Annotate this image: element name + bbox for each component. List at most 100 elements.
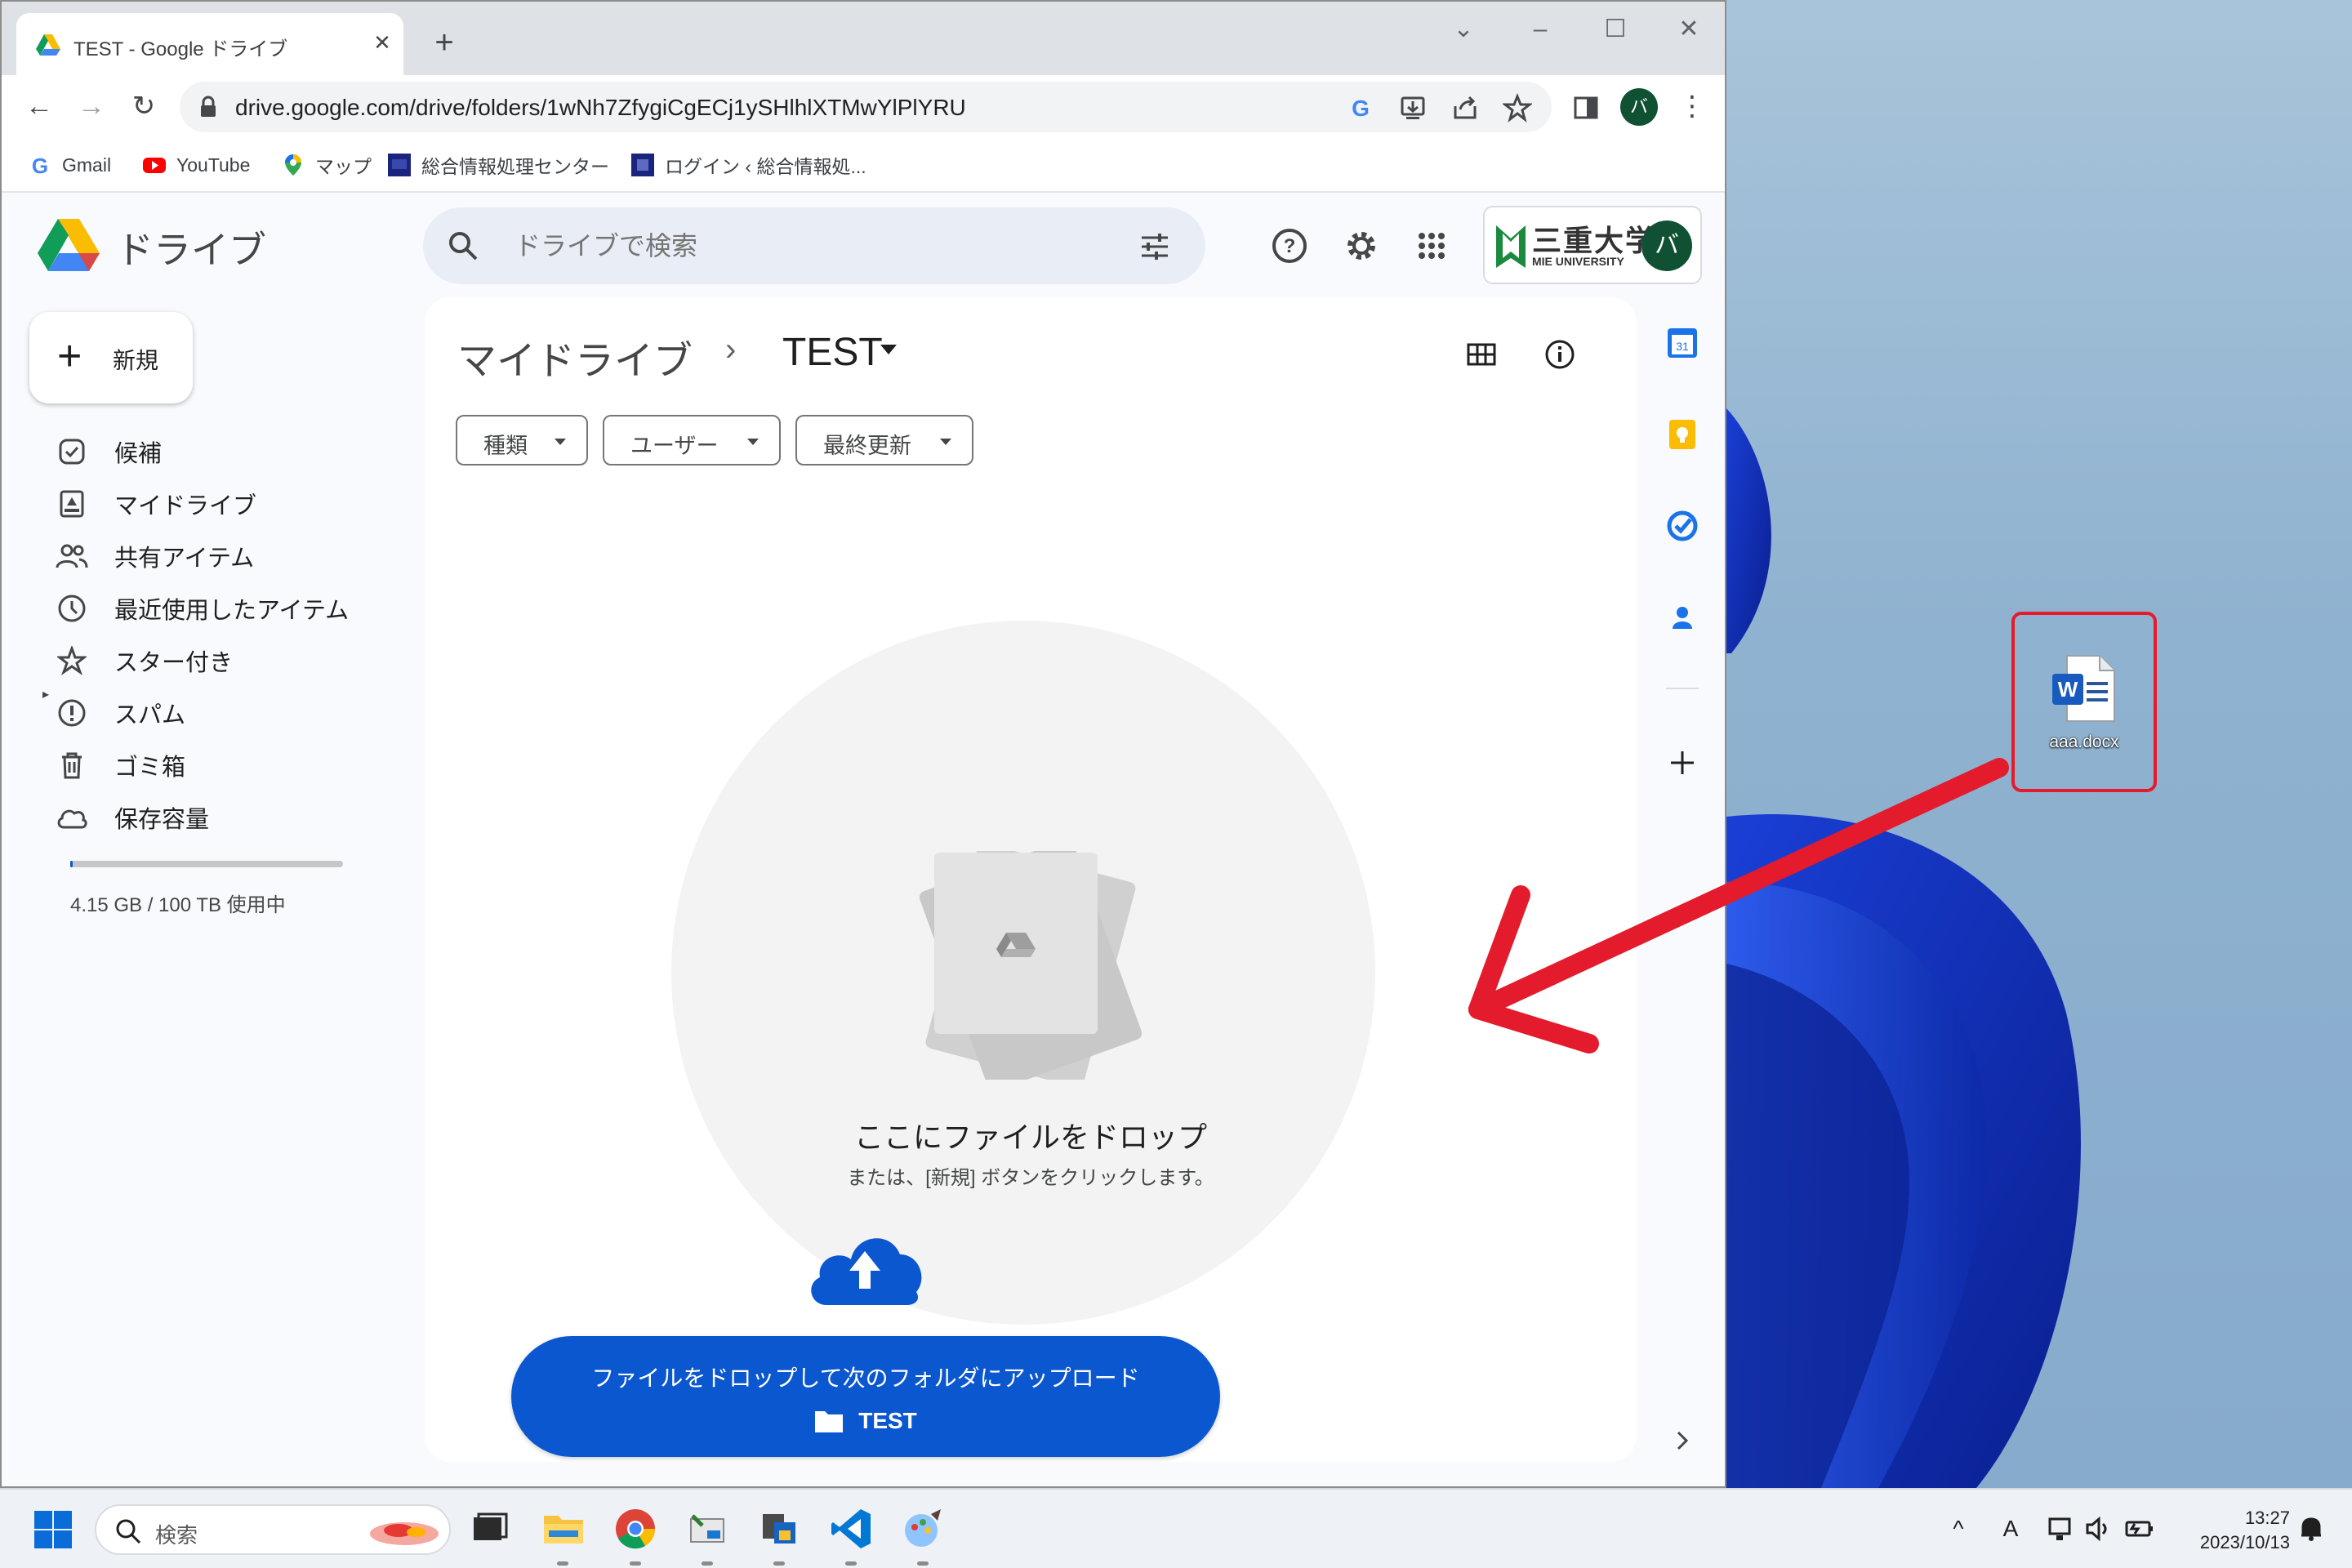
storage-progress-bar <box>70 861 343 867</box>
network-icon[interactable] <box>2045 1512 2078 1545</box>
taskbar-search-label: 検索 <box>155 1523 198 1548</box>
search-input[interactable] <box>514 227 1086 265</box>
bookmark-center[interactable]: 総合情報処理センター <box>387 150 609 180</box>
browser-profile-avatar[interactable]: バ <box>1620 88 1658 126</box>
install-app-icon[interactable] <box>1398 93 1428 122</box>
search-icon[interactable] <box>448 230 479 261</box>
mail-app-icon[interactable] <box>684 1506 730 1552</box>
breadcrumb-my-drive[interactable]: マイドライブ <box>457 328 693 385</box>
google-g-icon: G <box>32 154 48 177</box>
drive-search-bar[interactable] <box>423 207 1205 284</box>
nav-item-my-drive[interactable]: マイドライブ <box>56 483 256 524</box>
bookmark-gmail[interactable]: G Gmail <box>28 150 111 180</box>
desktop-file-name: aaa.docx <box>2049 733 2119 751</box>
reload-icon[interactable]: ↻ <box>126 88 162 124</box>
tab-strip: TEST - Google ドライブ ✕ + ⌄ – ☐ ✕ <box>2 2 1725 75</box>
tab-close-icon[interactable]: ✕ <box>369 29 395 56</box>
filter-type-chip[interactable]: 種類 <box>456 415 588 466</box>
nav-item-shared[interactable]: 共有アイテム <box>56 536 254 577</box>
taskbar-search-box[interactable]: 検索 <box>95 1504 451 1555</box>
breadcrumb-current-folder[interactable]: TEST <box>782 330 883 375</box>
running-indicator <box>630 1561 641 1566</box>
side-panel-icon[interactable] <box>1571 93 1601 122</box>
help-icon[interactable]: ? <box>1269 225 1310 266</box>
bookmark-star-icon[interactable] <box>1503 93 1532 122</box>
google-translate-icon[interactable]: G <box>1346 93 1375 122</box>
filter-modified-chip[interactable]: 最終更新 <box>795 415 973 466</box>
filter-user-chip[interactable]: ユーザー <box>603 415 781 466</box>
nav-item-recent[interactable]: 最近使用したアイテム <box>56 588 349 629</box>
org-subtitle: MIE UNIVERSITY <box>1532 255 1624 268</box>
bookmark-login[interactable]: ログイン ‹ 総合情報処... <box>630 150 866 180</box>
contacts-icon[interactable] <box>1664 599 1700 635</box>
taskbar-clock[interactable]: 13:27 2023/10/13 <box>2172 1506 2290 1555</box>
bookmark-maps[interactable]: マップ <box>281 150 372 180</box>
trash-icon <box>62 752 82 779</box>
close-window-button[interactable]: ✕ <box>1664 13 1713 46</box>
drop-files-illustration-icon <box>919 851 1143 1080</box>
svg-text:G: G <box>32 154 48 177</box>
new-button[interactable]: + 新規 <box>29 312 193 403</box>
tab-search-icon[interactable]: ⌄ <box>1439 13 1488 46</box>
nav-label: スター付き <box>114 650 234 676</box>
tray-overflow-chevron-icon[interactable]: ^ <box>1942 1512 1975 1545</box>
add-addon-icon[interactable] <box>1664 745 1700 781</box>
forward-arrow-icon[interactable]: → <box>74 88 109 124</box>
vscode-icon[interactable] <box>828 1506 874 1552</box>
ime-indicator[interactable]: A <box>1994 1512 2027 1545</box>
chrome-menu-icon[interactable]: ⋮ <box>1674 88 1710 124</box>
tab-drive-test[interactable]: TEST - Google ドライブ ✕ <box>16 13 403 75</box>
maximize-button[interactable]: ☐ <box>1591 13 1640 46</box>
grid-view-icon[interactable] <box>1463 336 1499 372</box>
show-side-panel-chevron-icon[interactable] <box>1664 1423 1700 1459</box>
share-icon[interactable] <box>1450 93 1480 122</box>
battery-icon[interactable] <box>2123 1512 2156 1545</box>
keep-icon[interactable] <box>1664 416 1700 452</box>
url-text: drive.google.com/drive/folders/1wNh7Zfyg… <box>235 95 966 120</box>
nav-item-storage[interactable]: 保存容量 <box>56 797 209 838</box>
notification-bell-icon[interactable] <box>2295 1512 2328 1545</box>
chrome-icon[interactable] <box>612 1506 658 1552</box>
chevron-down-icon <box>747 439 759 445</box>
nav-label: ゴミ箱 <box>114 755 186 781</box>
storage-fill <box>70 861 73 867</box>
calendar-icon[interactable]: 31 <box>1664 325 1700 361</box>
new-tab-button[interactable]: + <box>426 24 462 60</box>
tasks-icon[interactable] <box>1664 508 1700 544</box>
drive-app-name: ドライブ <box>116 229 266 271</box>
desktop-file-aaa-docx[interactable]: W aaa.docx <box>2011 612 2157 792</box>
bookmark-label: 総合情報処理センター <box>421 156 609 177</box>
nav-item-spam[interactable]: スパム <box>56 693 185 733</box>
task-view-icon[interactable] <box>467 1506 513 1552</box>
nav-item-suggested[interactable]: 候補 <box>56 431 162 472</box>
windows-taskbar: 検索 ^ A 13:27 2023/10/13 <box>0 1488 2352 1568</box>
volume-icon[interactable] <box>2082 1512 2115 1545</box>
people-icon <box>56 544 88 568</box>
minimize-button[interactable]: – <box>1516 13 1565 46</box>
nav-label: 保存容量 <box>114 807 210 833</box>
back-arrow-icon[interactable]: ← <box>21 88 57 124</box>
expand-arrow-icon[interactable]: ▸ <box>42 686 49 702</box>
organization-account-badge[interactable]: 三重大学 MIE UNIVERSITY バ <box>1483 206 1702 284</box>
bookmark-youtube[interactable]: YouTube <box>142 150 250 180</box>
vpn-client-icon[interactable] <box>756 1506 802 1552</box>
info-icon[interactable] <box>1542 336 1578 372</box>
search-options-icon[interactable] <box>1138 230 1171 263</box>
folder-menu-caret-icon[interactable] <box>879 343 898 356</box>
nav-label: 候補 <box>114 441 163 467</box>
check-circle-icon <box>59 439 85 465</box>
apps-grid-icon[interactable] <box>1411 225 1452 266</box>
bookmark-label: Gmail <box>62 154 112 176</box>
settings-gear-icon[interactable] <box>1341 225 1382 266</box>
file-explorer-icon[interactable] <box>541 1506 586 1552</box>
address-bar[interactable]: drive.google.com/drive/folders/1wNh7Zfyg… <box>180 82 1552 132</box>
bookmark-label: YouTube <box>176 154 251 176</box>
clock-time: 13:27 <box>2244 1508 2290 1528</box>
windows-start-icon[interactable] <box>33 1509 74 1550</box>
account-avatar[interactable]: バ <box>1642 220 1692 271</box>
nav-item-trash[interactable]: ゴミ箱 <box>56 745 185 786</box>
paint-app-icon[interactable] <box>900 1506 946 1552</box>
nav-item-starred[interactable]: スター付き <box>56 640 233 681</box>
spam-icon <box>58 699 86 727</box>
lock-icon <box>201 96 216 117</box>
